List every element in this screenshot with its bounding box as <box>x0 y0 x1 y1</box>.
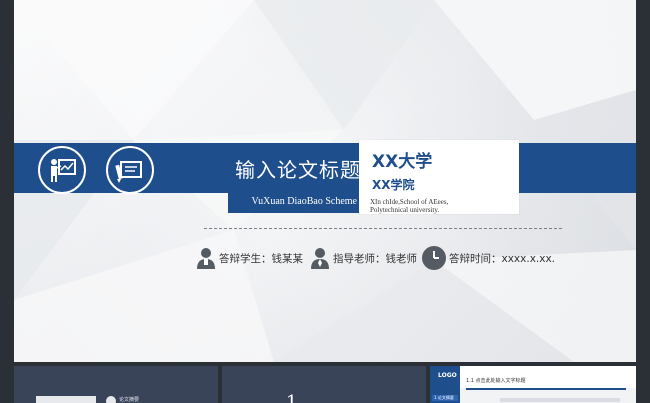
school-line-2: Polytechnical university. <box>370 206 440 214</box>
main-slide: 输入论文标题 VuXuan DiaoBao Scheme XX大学 XX学院 X… <box>14 0 636 362</box>
teacher-info: 指导老师：钱老师 <box>310 246 417 270</box>
thumbnail-rule <box>466 388 626 390</box>
thumbnail-slide-2[interactable]: 1 <box>222 366 426 403</box>
thumbnail-logo: LOGO <box>438 372 457 379</box>
thumbnail-nav-label: 1 论文摘要 <box>434 395 454 400</box>
time-label: 答辩时间：xxxx.x.xx. <box>449 252 556 265</box>
thumbnail-slide-1[interactable]: 论文摘要 <box>14 366 218 403</box>
thumbnail-slide-3[interactable]: LOGO 1.1 点击此处输入文字标题 1 论文摘要 <box>430 366 636 403</box>
dashed-divider <box>204 228 562 229</box>
college-name: XX学院 <box>372 178 415 192</box>
document-pen-icon <box>106 146 154 194</box>
student-icon <box>197 248 215 269</box>
student-info: 答辩学生：钱某某 <box>196 246 303 270</box>
thumbnail-panel <box>36 396 96 403</box>
thumbnail-label: 论文摘要 <box>119 397 140 403</box>
time-info: 答辩时间：xxxx.x.xx. <box>422 246 555 270</box>
school-line-1: XIn chIde,School of AEees, <box>370 198 449 206</box>
university-name: XX大学 <box>372 152 433 172</box>
slide-title: 输入论文标题 <box>235 158 361 182</box>
thumbnail-title: 1.1 点击此处输入文字标题 <box>466 378 526 384</box>
presentation-board-icon <box>38 146 86 194</box>
slide-subtitle: VuXuan DiaoBao Scheme <box>251 196 357 207</box>
student-label: 答辩学生：钱某某 <box>219 252 303 265</box>
teacher-icon <box>311 248 329 269</box>
clock-icon <box>422 246 446 270</box>
teacher-label: 指导老师：钱老师 <box>333 252 417 265</box>
thumbnail-content-bar <box>500 398 620 402</box>
thumbnail-number: 1 <box>286 392 298 403</box>
thumbnail-bullet <box>106 396 116 403</box>
